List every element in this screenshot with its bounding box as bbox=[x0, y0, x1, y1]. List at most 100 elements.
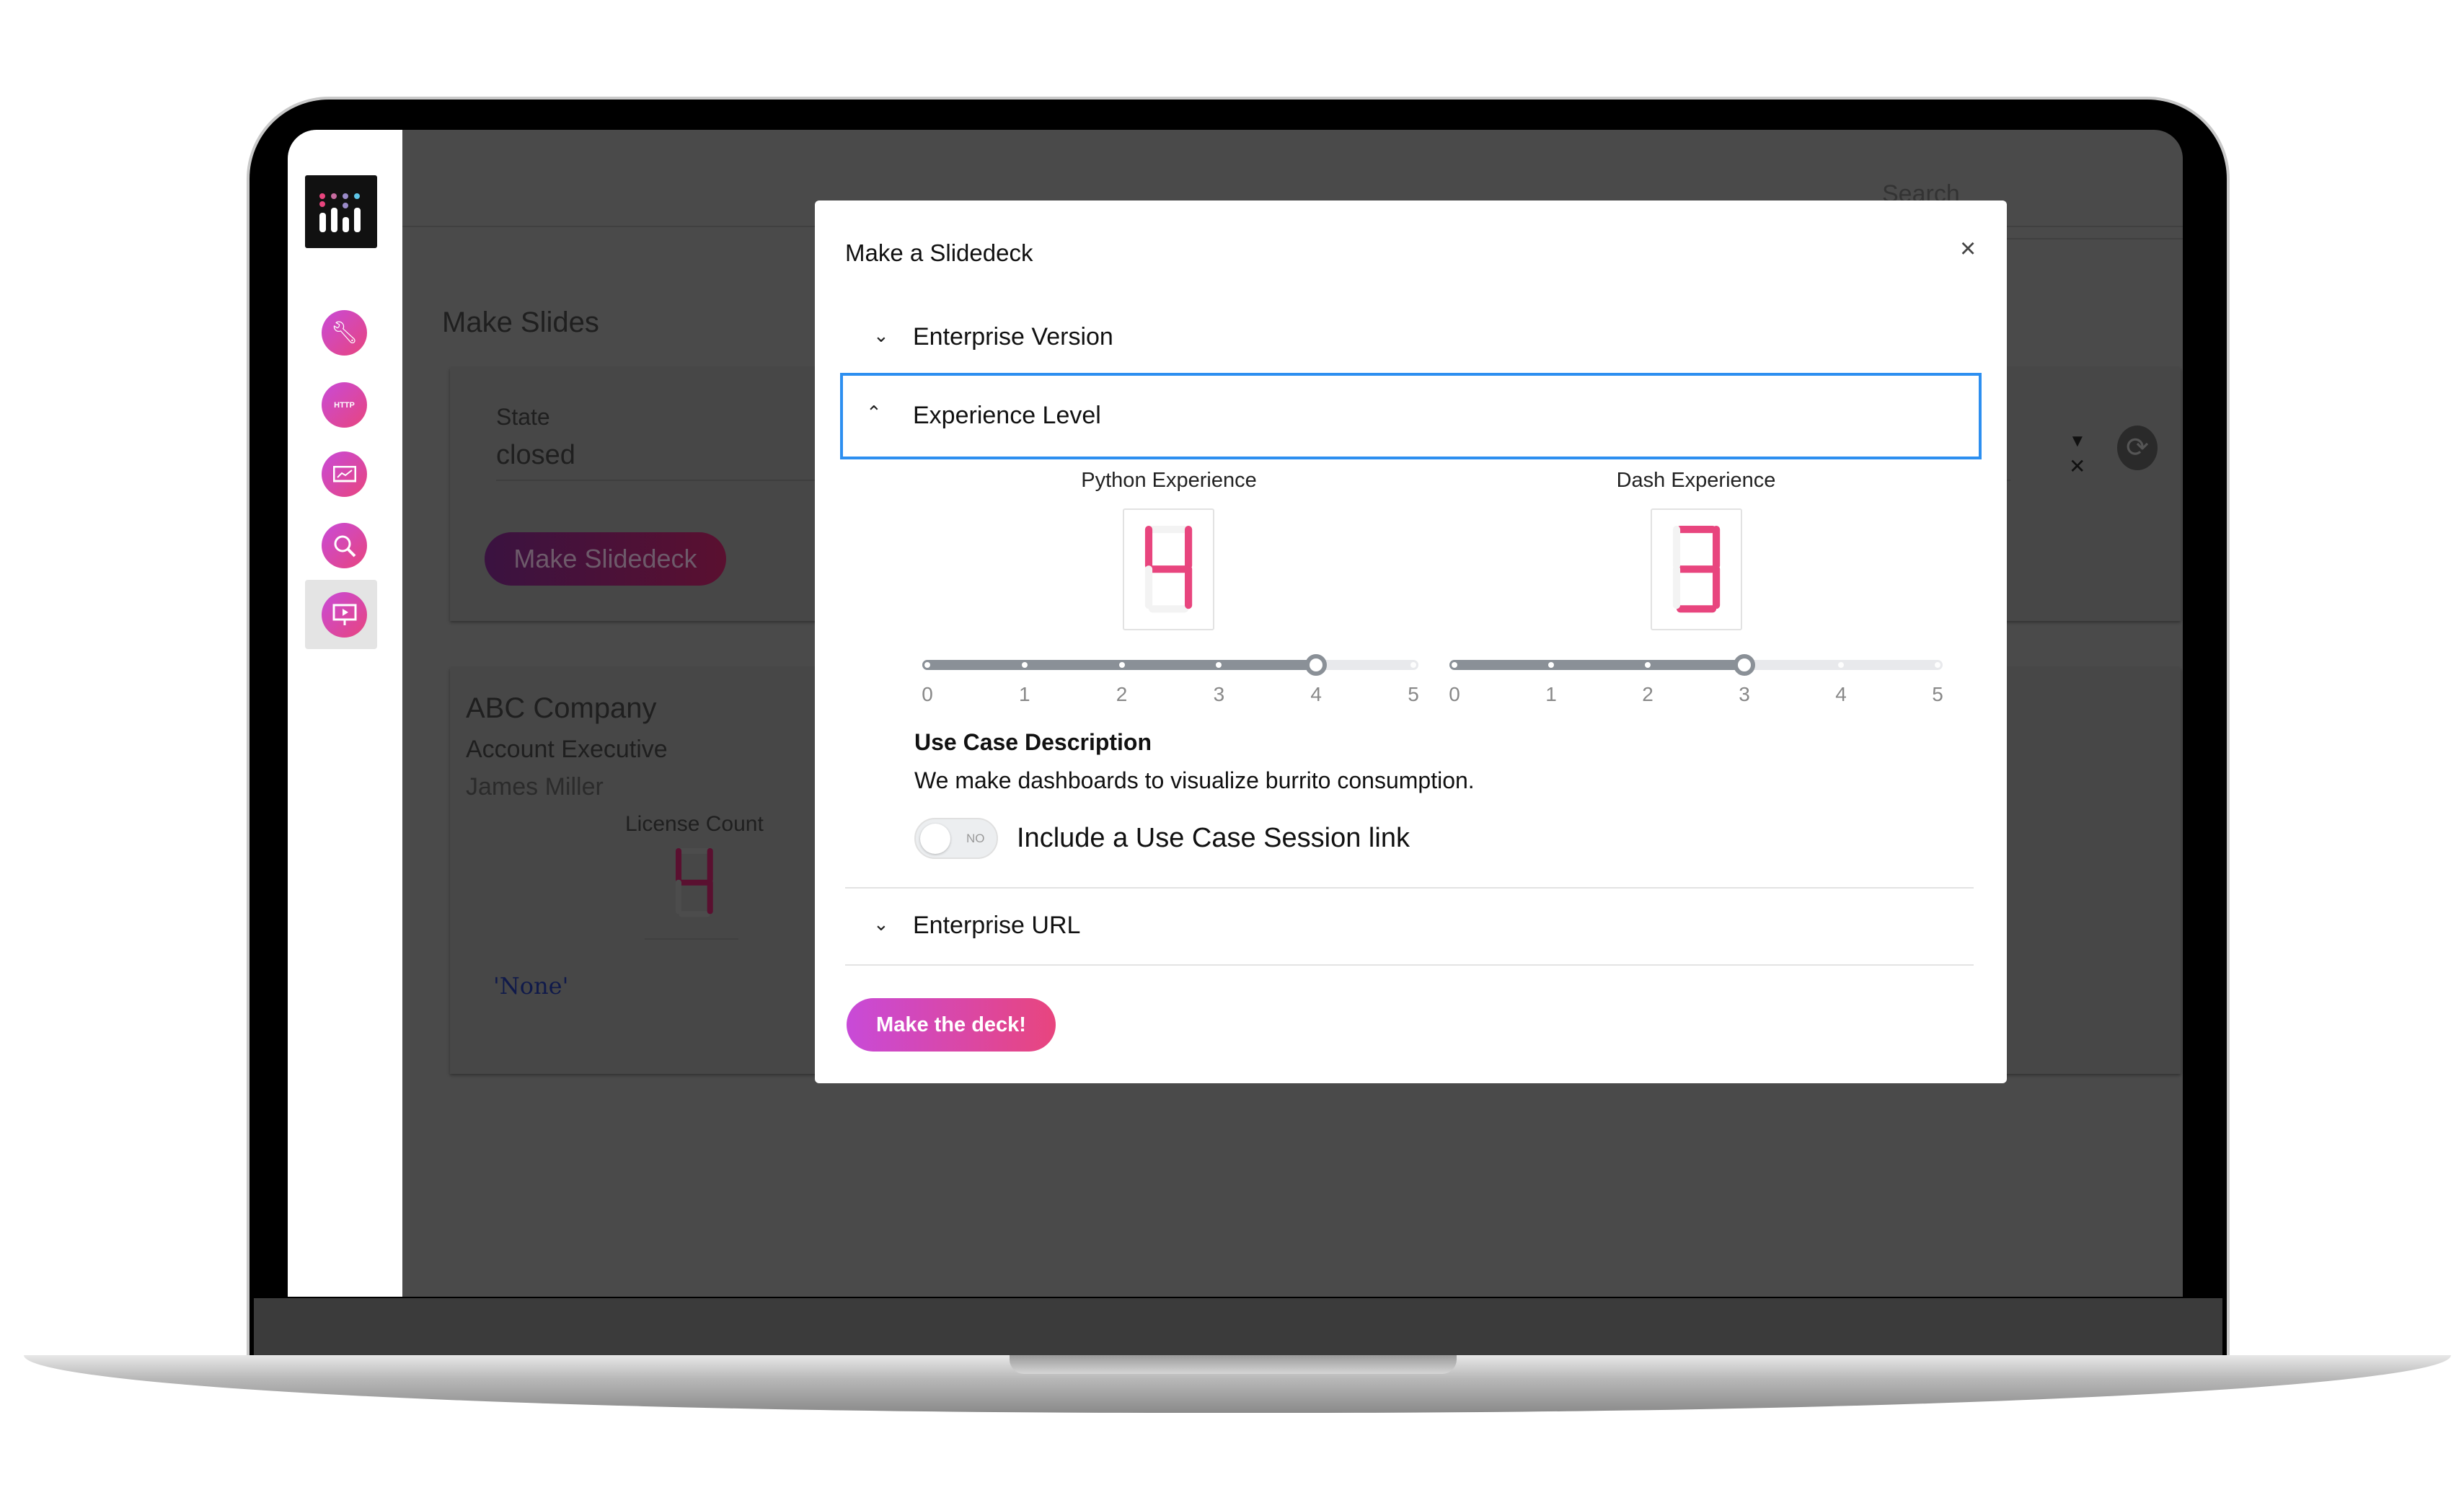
slider-tick bbox=[1935, 662, 1940, 668]
led-segment-d bbox=[1677, 605, 1717, 613]
license-count-label: License Count bbox=[625, 812, 764, 836]
divider bbox=[845, 887, 1974, 889]
slider-tick-label: 1 bbox=[1019, 683, 1030, 705]
sidebar-item-tools[interactable]: 🔧︎ bbox=[322, 310, 367, 356]
led-segment-b bbox=[1713, 526, 1721, 570]
app-screen: 🔧︎ HTTP Search Make Slides State closed … bbox=[288, 130, 2183, 1297]
sidebar-item-slides[interactable] bbox=[322, 592, 367, 638]
company-name: ABC Company bbox=[466, 692, 657, 724]
accordion-label: Enterprise Version bbox=[913, 323, 1113, 351]
role: Account Executive bbox=[466, 736, 668, 763]
accordion-enterprise-url[interactable]: ⌄ Enterprise URL bbox=[840, 899, 1979, 955]
chart-icon bbox=[332, 465, 356, 482]
laptop-notch bbox=[1010, 1355, 1457, 1374]
app-logo[interactable] bbox=[305, 175, 377, 248]
led-segment-a bbox=[1149, 526, 1189, 534]
slider-tick-label: 4 bbox=[1835, 683, 1847, 705]
accordion-label: Experience Level bbox=[913, 402, 1101, 429]
http-icon: HTTP bbox=[334, 400, 355, 410]
dash-experience-display bbox=[1651, 508, 1742, 630]
led-segment-f bbox=[1672, 526, 1681, 570]
sidebar-item-http[interactable]: HTTP bbox=[322, 382, 367, 428]
toggle-label: Include a Use Case Session link bbox=[1017, 823, 1410, 853]
dropdown-arrow-icon[interactable]: ▼ bbox=[2069, 431, 2086, 451]
led-segment-f bbox=[675, 848, 682, 883]
close-icon[interactable]: × bbox=[1960, 234, 1976, 265]
slider-tick bbox=[1452, 662, 1457, 668]
slider-tick-label: 2 bbox=[1116, 683, 1128, 705]
led-segment-d bbox=[679, 911, 710, 917]
led-segment-c bbox=[707, 879, 713, 914]
led-segment-g bbox=[679, 879, 710, 886]
page-title: Make Slides bbox=[442, 307, 599, 338]
slider-handle[interactable] bbox=[1305, 654, 1328, 676]
slider-handle[interactable] bbox=[1734, 654, 1755, 676]
slider-tick-label: 3 bbox=[1739, 683, 1750, 705]
sidebar-item-chart[interactable] bbox=[322, 451, 367, 497]
state-value: closed bbox=[496, 440, 575, 470]
slider-tick-label: 5 bbox=[1932, 683, 1943, 705]
accordion-label: Enterprise URL bbox=[913, 912, 1081, 939]
chevron-down-icon: ⌄ bbox=[873, 325, 889, 346]
clear-icon[interactable]: ✕ bbox=[2069, 454, 2085, 478]
chevron-down-icon: ⌄ bbox=[873, 913, 889, 935]
led-segment-c bbox=[1185, 565, 1193, 609]
slider-tick bbox=[1838, 662, 1844, 668]
led-segment-c bbox=[1713, 565, 1721, 609]
slider-tick-label: 3 bbox=[1213, 683, 1225, 705]
chevron-up-icon: ⌃ bbox=[866, 402, 882, 423]
person-name: James Miller bbox=[466, 773, 604, 801]
toggle-knob bbox=[920, 824, 950, 854]
make-slidedeck-modal: Make a Slidedeck × ⌄ Enterprise Version … bbox=[815, 200, 2007, 1083]
slider-tick bbox=[1021, 662, 1028, 668]
license-underline bbox=[645, 938, 738, 940]
state-label: State bbox=[496, 404, 550, 430]
sidebar-item-search[interactable] bbox=[322, 523, 367, 568]
plotly-logo-icon bbox=[319, 193, 361, 232]
led-segment-a bbox=[679, 848, 710, 855]
led-segment-e bbox=[675, 879, 682, 914]
slider-tick bbox=[924, 662, 930, 668]
use-case-session-toggle[interactable]: NO bbox=[914, 818, 998, 859]
slider-tick-label: 1 bbox=[1545, 683, 1557, 705]
led-segment-b bbox=[1185, 526, 1193, 570]
python-experience-display bbox=[1123, 508, 1214, 630]
slider-tick-label: 0 bbox=[1449, 683, 1460, 705]
sidebar: 🔧︎ HTTP bbox=[288, 130, 402, 1297]
slider-tick-label: 2 bbox=[1642, 683, 1653, 705]
use-case-title: Use Case Description bbox=[914, 729, 1152, 755]
accordion-enterprise-version[interactable]: ⌄ Enterprise Version bbox=[840, 309, 1979, 365]
toggle-state: NO bbox=[966, 832, 985, 845]
led-segment-e bbox=[1144, 565, 1153, 609]
accordion-experience-level[interactable]: ⌃ Experience Level bbox=[840, 373, 1982, 459]
led-segment-d bbox=[1149, 605, 1189, 613]
presentation-icon bbox=[332, 604, 356, 625]
search-icon bbox=[334, 535, 356, 557]
make-slidedeck-button[interactable]: Make Slidedeck bbox=[485, 532, 726, 586]
use-case-description: We make dashboards to visualize burrito … bbox=[914, 767, 1475, 793]
slider-fill bbox=[1449, 660, 1744, 670]
slider-tick bbox=[1410, 662, 1416, 668]
slider-tick bbox=[1548, 662, 1554, 668]
led-segment-a bbox=[1677, 526, 1717, 534]
led-segment-g bbox=[1677, 565, 1717, 573]
slider-tick bbox=[1118, 662, 1125, 668]
led-segment-g bbox=[1149, 565, 1189, 573]
make-deck-button[interactable]: Make the deck! bbox=[847, 998, 1056, 1052]
slider-tick-label: 0 bbox=[922, 683, 933, 705]
modal-title: Make a Slidedeck bbox=[845, 239, 1033, 266]
led-segment-e bbox=[1672, 565, 1681, 609]
led-segment-f bbox=[1144, 526, 1153, 570]
divider bbox=[845, 964, 1974, 966]
python-experience-label: Python Experience bbox=[1081, 469, 1257, 492]
led-segment-b bbox=[707, 848, 713, 883]
code-output: 'None' bbox=[493, 972, 569, 1000]
license-count-display bbox=[675, 848, 713, 917]
laptop-chin bbox=[254, 1298, 2222, 1356]
slider-tick-label: 5 bbox=[1408, 683, 1419, 705]
wrench-icon: 🔧︎ bbox=[330, 321, 358, 345]
dash-experience-label: Dash Experience bbox=[1616, 469, 1776, 492]
slider-tick bbox=[1645, 662, 1651, 668]
slider-tick-label: 4 bbox=[1310, 683, 1322, 705]
refresh-icon[interactable]: ⟳ bbox=[2117, 426, 2158, 470]
